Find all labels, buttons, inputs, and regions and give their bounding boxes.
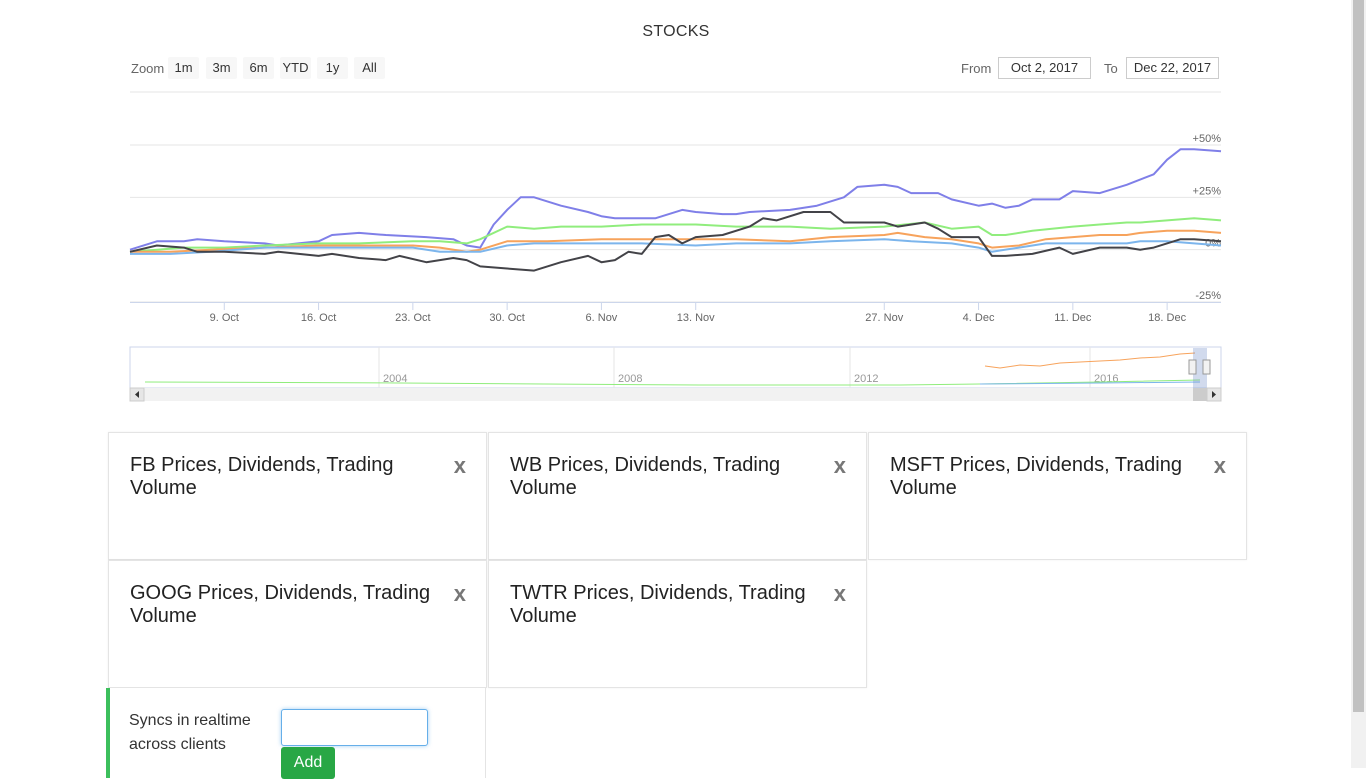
y-tick-label: +25% bbox=[1193, 185, 1222, 197]
close-button[interactable]: x bbox=[454, 455, 466, 477]
navigator-scrollbar-thumb[interactable] bbox=[1193, 388, 1207, 401]
series-line-5 bbox=[129, 211, 1222, 272]
stock-card-wb: WB Prices, Dividends, Trading Volume x bbox=[488, 432, 867, 560]
navigator-handle-right[interactable] bbox=[1202, 359, 1211, 375]
card-title: FB Prices, Dividends, Trading Volume bbox=[130, 454, 394, 499]
x-axis: 9. Oct 16. Oct 23. Oct 30. Oct 6. Nov 13. Nov… bbox=[130, 302, 1221, 324]
stock-card-msft: MSFT Prices, Dividends, Trading Volume x bbox=[868, 432, 1247, 560]
x-tick-label: 4. Dec bbox=[963, 312, 995, 324]
close-button[interactable]: x bbox=[834, 583, 846, 605]
x-tick-label: 6. Nov bbox=[586, 312, 618, 324]
page-scrollbar-thumb[interactable] bbox=[1353, 0, 1364, 712]
chart-series bbox=[129, 148, 1222, 272]
y-tick-label: -25% bbox=[1195, 290, 1221, 302]
stock-card-goog: GOOG Prices, Dividends, Trading Volume x bbox=[108, 560, 487, 688]
card-title: TWTR Prices, Dividends, Trading Volume bbox=[510, 582, 806, 627]
y-tick-label: +50% bbox=[1193, 133, 1222, 145]
x-tick-label: 9. Oct bbox=[210, 312, 239, 324]
stock-symbol-input[interactable] bbox=[281, 709, 428, 746]
series-line-1 bbox=[129, 148, 1222, 251]
y-axis: +50%+25%0%-25% bbox=[1193, 133, 1222, 302]
page-scrollbar[interactable] bbox=[1351, 0, 1366, 768]
navigator-frame bbox=[129, 346, 1222, 389]
add-stock-panel: Syncs in realtime across clients Add bbox=[106, 688, 486, 779]
x-tick-label: 16. Oct bbox=[301, 312, 336, 324]
close-button[interactable]: x bbox=[454, 583, 466, 605]
navigator[interactable]: 2004 2008 2012 2016 bbox=[129, 346, 1222, 402]
close-button[interactable]: x bbox=[1214, 455, 1226, 477]
stock-card-fb: FB Prices, Dividends, Trading Volume x bbox=[108, 432, 487, 560]
sync-description: Syncs in realtime across clients bbox=[129, 712, 251, 753]
card-title: MSFT Prices, Dividends, Trading Volume bbox=[890, 454, 1182, 499]
card-title: GOOG Prices, Dividends, Trading Volume bbox=[130, 582, 431, 627]
add-button[interactable]: Add bbox=[281, 747, 335, 779]
navigator-scrollbar-track[interactable] bbox=[130, 388, 1221, 401]
x-tick-label: 23. Oct bbox=[395, 312, 430, 324]
x-tick-label: 13. Nov bbox=[677, 312, 715, 324]
x-tick-label: 30. Oct bbox=[489, 312, 524, 324]
stock-card-twtr: TWTR Prices, Dividends, Trading Volume x bbox=[488, 560, 867, 688]
x-tick-label: 11. Dec bbox=[1054, 312, 1092, 324]
navigator-year-label: 2012 bbox=[854, 373, 878, 385]
stock-chart[interactable]: +50%+25%0%-25% 9. Oct 16. Oct 23. Oct 30. O… bbox=[0, 0, 1352, 410]
navigator-year-label: 2008 bbox=[618, 373, 642, 385]
card-title: WB Prices, Dividends, Trading Volume bbox=[510, 454, 781, 499]
close-button[interactable]: x bbox=[834, 455, 846, 477]
navigator-handle-left[interactable] bbox=[1188, 359, 1197, 375]
x-tick-label: 27. Nov bbox=[865, 312, 903, 324]
x-tick-label: 18. Dec bbox=[1148, 312, 1186, 324]
